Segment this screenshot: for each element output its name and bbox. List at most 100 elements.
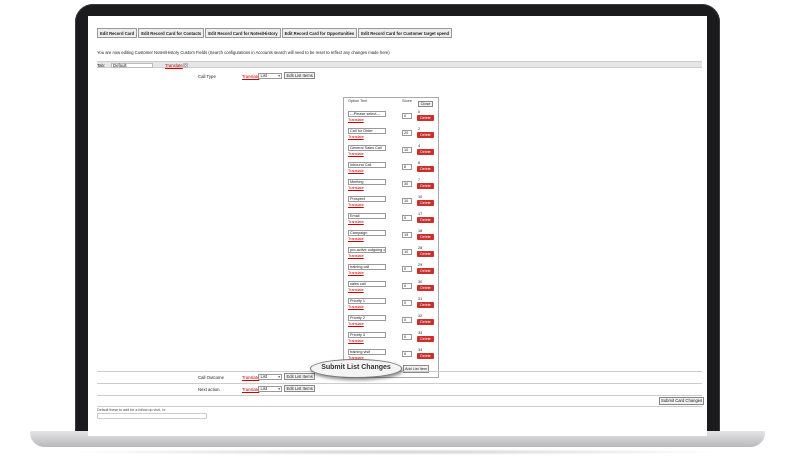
- delete-button[interactable]: Delete: [417, 234, 434, 240]
- column-header-score: Score: [402, 99, 412, 103]
- option-translate-link[interactable]: Translate: [348, 220, 364, 224]
- option-translate-link[interactable]: Translate: [348, 254, 364, 258]
- delete-button[interactable]: Delete: [417, 353, 434, 359]
- delete-button[interactable]: Delete: [417, 166, 434, 172]
- option-text-input[interactable]: Priority 2: [348, 315, 386, 321]
- option-translate-link[interactable]: Translate: [348, 169, 364, 173]
- option-translate-link[interactable]: Translate: [348, 271, 364, 275]
- option-text-input[interactable]: General Sales Call: [348, 145, 386, 151]
- tab-translate-link[interactable]: Translate: [165, 63, 183, 68]
- delete-button[interactable]: Delete: [417, 149, 434, 155]
- submit-card-changes-button[interactable]: Submit Card Changes: [659, 397, 705, 405]
- next-action-select[interactable]: List ▾: [258, 386, 282, 392]
- call-type-select[interactable]: List ▾: [258, 73, 282, 79]
- option-text-input[interactable]: Email: [348, 213, 386, 219]
- score-input[interactable]: 0: [402, 334, 412, 340]
- next-action-translate-link[interactable]: Translate: [242, 387, 259, 392]
- score-input[interactable]: 10: [402, 147, 412, 153]
- option-text-input[interactable]: Meeting: [348, 179, 386, 185]
- option-translate-link[interactable]: Translate: [348, 339, 364, 343]
- field-label-call-outcome: Call Outcome: [198, 375, 225, 380]
- option-text-input[interactable]: Inbound Call: [348, 162, 386, 168]
- footnote-input[interactable]: [97, 413, 207, 419]
- score-input[interactable]: 30: [402, 181, 412, 187]
- option-translate-link[interactable]: Translate: [348, 288, 364, 292]
- option-text-input[interactable]: training visit: [348, 349, 386, 355]
- option-id: 34: [418, 348, 423, 352]
- divider: [97, 395, 702, 396]
- list-item: Prospect Translate 10 10 Delete: [344, 195, 440, 212]
- delete-button[interactable]: Delete: [417, 285, 434, 291]
- option-translate-link[interactable]: Translate: [348, 203, 364, 207]
- option-translate-link[interactable]: Translate: [348, 305, 364, 309]
- submit-list-changes-button[interactable]: Submit List Changes: [310, 359, 402, 378]
- close-button[interactable]: Close: [418, 101, 433, 107]
- score-input[interactable]: 0: [402, 283, 412, 289]
- option-text-input[interactable]: Campaign: [348, 230, 386, 236]
- score-input[interactable]: 10: [402, 198, 412, 204]
- call-type-edit-list-button[interactable]: Edit List Items: [284, 72, 316, 79]
- footnote-text: Default these to add for a follow up vis…: [97, 408, 166, 412]
- divider: [97, 406, 702, 407]
- score-input[interactable]: 8: [402, 164, 412, 170]
- option-text-input[interactable]: training call: [348, 264, 386, 270]
- call-outcome-select[interactable]: List ▾: [258, 374, 282, 380]
- option-text-input[interactable]: Call for Order: [348, 128, 386, 134]
- delete-button[interactable]: Delete: [417, 217, 434, 223]
- option-text-input[interactable]: Prospect: [348, 196, 386, 202]
- score-input[interactable]: 0: [402, 300, 412, 306]
- list-item: Priority 3 Translate 0 33 Delete: [344, 331, 440, 348]
- call-outcome-select-value: List: [260, 374, 268, 379]
- score-input[interactable]: 20: [402, 130, 412, 136]
- option-id: 31: [418, 297, 423, 301]
- tab-label: Tab:: [97, 63, 106, 68]
- option-translate-link[interactable]: Translate: [348, 152, 364, 156]
- option-id: 0: [418, 110, 421, 114]
- score-input[interactable]: 10: [402, 249, 412, 255]
- tab-edit-record-card-notes[interactable]: Edit Record Card for Notes/History: [205, 28, 281, 38]
- option-text-input[interactable]: pro-active outgoing call: [348, 247, 386, 253]
- list-item: Inbound Call Translate 8 6 Delete: [344, 161, 440, 178]
- tab-settings-bar: Tab: Default Translate 0: [97, 61, 702, 68]
- score-input[interactable]: 0: [402, 351, 412, 357]
- option-translate-link[interactable]: Translate: [348, 186, 364, 190]
- score-input[interactable]: 0: [402, 113, 412, 119]
- option-translate-link[interactable]: Translate: [348, 118, 364, 122]
- score-input[interactable]: 15: [402, 232, 412, 238]
- divider: [97, 383, 702, 384]
- delete-button[interactable]: Delete: [417, 268, 434, 274]
- delete-button[interactable]: Delete: [417, 115, 434, 121]
- next-action-edit-list-button[interactable]: Edit List Items: [284, 385, 316, 392]
- list-item: pro-active outgoing call Translate 10 28 Del…: [344, 246, 440, 263]
- tab-edit-record-card-contacts[interactable]: Edit Record Card for Contacts: [138, 28, 205, 38]
- option-id: 28: [418, 246, 423, 250]
- laptop-shadow: [60, 449, 735, 455]
- delete-button[interactable]: Delete: [417, 200, 434, 206]
- option-translate-link[interactable]: Translate: [348, 237, 364, 241]
- tab-order-input[interactable]: 0: [183, 62, 188, 68]
- call-outcome-edit-list-button[interactable]: Edit List Items: [284, 373, 316, 380]
- tab-edit-record-card[interactable]: Edit Record Card: [97, 28, 138, 38]
- option-text-input[interactable]: Priority 3: [348, 332, 386, 338]
- tab-name-input[interactable]: Default: [111, 62, 153, 68]
- option-translate-link[interactable]: Translate: [348, 135, 364, 139]
- list-item: ---Please select--- Translate 0 0 Delete: [344, 110, 440, 127]
- score-input[interactable]: 5: [402, 215, 412, 221]
- option-text-input[interactable]: sales call: [348, 281, 386, 287]
- tab-edit-record-card-target-spend[interactable]: Edit Record Card for Customer target spe…: [358, 28, 453, 38]
- delete-button[interactable]: Delete: [417, 251, 434, 257]
- delete-button[interactable]: Delete: [417, 183, 434, 189]
- option-translate-link[interactable]: Translate: [348, 322, 364, 326]
- score-input[interactable]: 0: [402, 317, 412, 323]
- delete-button[interactable]: Delete: [417, 336, 434, 342]
- option-text-input[interactable]: ---Please select---: [348, 111, 386, 117]
- option-id: 7: [418, 178, 421, 182]
- option-text-input[interactable]: Priority 1: [348, 298, 386, 304]
- delete-button[interactable]: Delete: [417, 132, 434, 138]
- tab-edit-record-card-opportunities[interactable]: Edit Record Card for Opportunities: [281, 28, 358, 38]
- delete-button[interactable]: Delete: [417, 319, 434, 325]
- call-type-translate-link[interactable]: Translate: [242, 74, 259, 79]
- score-input[interactable]: 0: [402, 266, 412, 272]
- call-outcome-translate-link[interactable]: Translate: [242, 375, 259, 380]
- delete-button[interactable]: Delete: [417, 302, 434, 308]
